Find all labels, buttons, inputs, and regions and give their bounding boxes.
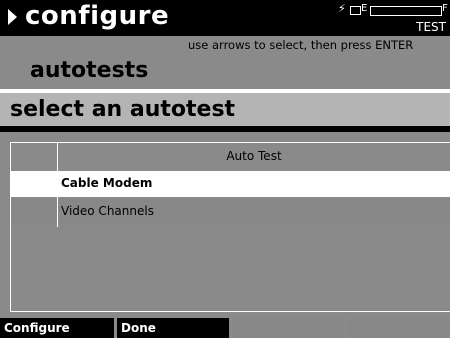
autotest-list: Auto Test Cable Modem Video Channels [10, 142, 450, 312]
column-divider [57, 143, 58, 227]
section-title: autotests [30, 58, 149, 83]
softkey-bar: Configure Done [0, 318, 450, 338]
softkey-label: Configure [4, 321, 70, 335]
softkey-4[interactable] [347, 318, 450, 338]
softkey-label: Done [121, 321, 156, 335]
prompt-band: select an autotest [0, 93, 450, 126]
list-item-label: Cable Modem [61, 176, 153, 190]
mode-indicator: TEST [416, 20, 446, 34]
list-item-video-channels[interactable]: Video Channels [11, 199, 450, 225]
column-header-auto-test: Auto Test [226, 149, 282, 163]
battery-empty-label: E [361, 3, 368, 14]
title-bar: configure ⚡ E F TEST [0, 0, 450, 36]
battery-indicator: ⚡ E F [338, 2, 448, 18]
screen-title: configure [25, 1, 170, 31]
instruction-text: use arrows to select, then press ENTER [188, 38, 414, 52]
list-item-label: Video Channels [61, 204, 154, 218]
power-bolt-icon: ⚡ [338, 2, 346, 15]
configure-softkey[interactable]: Configure [0, 318, 114, 338]
list-header: Auto Test [11, 144, 450, 171]
page-prompt: select an autotest [10, 97, 236, 122]
softkey-3[interactable] [232, 318, 344, 338]
divider-thick [0, 126, 450, 132]
battery-full-label: F [442, 3, 448, 14]
list-item-cable-modem[interactable]: Cable Modem [11, 171, 450, 197]
done-softkey[interactable]: Done [117, 318, 229, 338]
play-arrow-icon [8, 9, 17, 25]
battery-gauge [370, 6, 442, 16]
plug-icon [350, 6, 361, 15]
